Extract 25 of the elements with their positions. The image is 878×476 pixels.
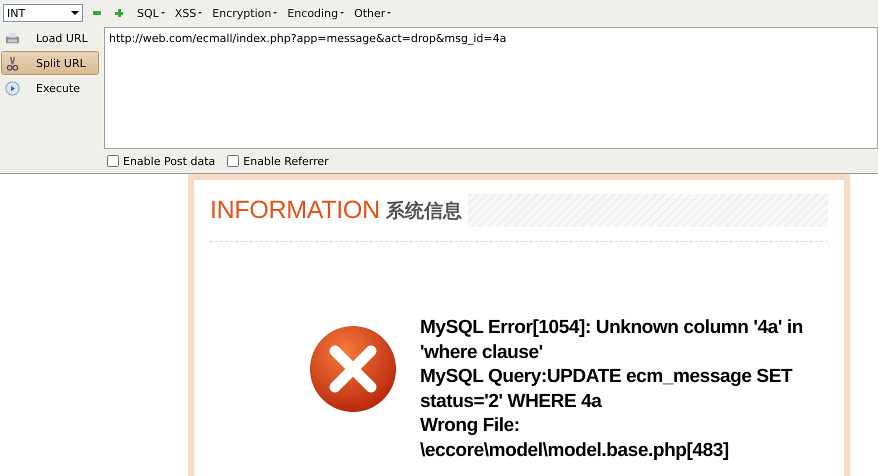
error-message: MySQL Error[1054]: Unknown column '4a' in 'where clause' [420, 316, 804, 364]
menu-item[interactable]: Other [354, 6, 392, 20]
menu-item[interactable]: Encoding [287, 6, 344, 20]
sidebar-button[interactable]: Split URL [1, 51, 99, 75]
caret-icon [71, 11, 79, 15]
information-title: INFORMATION [210, 196, 380, 225]
type-dropdown[interactable]: INT [3, 4, 83, 22]
checkbox[interactable] [227, 155, 240, 167]
information-subtitle: 系统信息 [386, 198, 462, 224]
checkbox-label: Enable Post data [123, 154, 216, 168]
error-message: MySQL Query:UPDATE ecm_message SET status='2' WHERE 4a [420, 365, 794, 414]
error-icon [308, 324, 398, 414]
sidebar-button[interactable]: Execute [1, 76, 99, 100]
checkbox[interactable] [107, 155, 119, 167]
error-message: Wrong File: \eccore\model\model.base.php[483] [420, 414, 730, 462]
menu-item[interactable]: SQL [137, 6, 165, 20]
menu-item[interactable]: Encryption [212, 6, 278, 20]
plus-icon[interactable] [115, 9, 123, 17]
sidebar-button[interactable]: Load URL [1, 26, 99, 50]
menu-item[interactable]: XSS [174, 6, 202, 20]
play-icon [5, 80, 20, 96]
url-field[interactable]: http://web.com/ecmall/index.php?app=message&act=drop&msg_id=4a [104, 27, 878, 149]
checkbox-label: Enable Referrer [243, 154, 329, 168]
scissors-icon [5, 56, 20, 70]
printer-icon [5, 30, 20, 46]
